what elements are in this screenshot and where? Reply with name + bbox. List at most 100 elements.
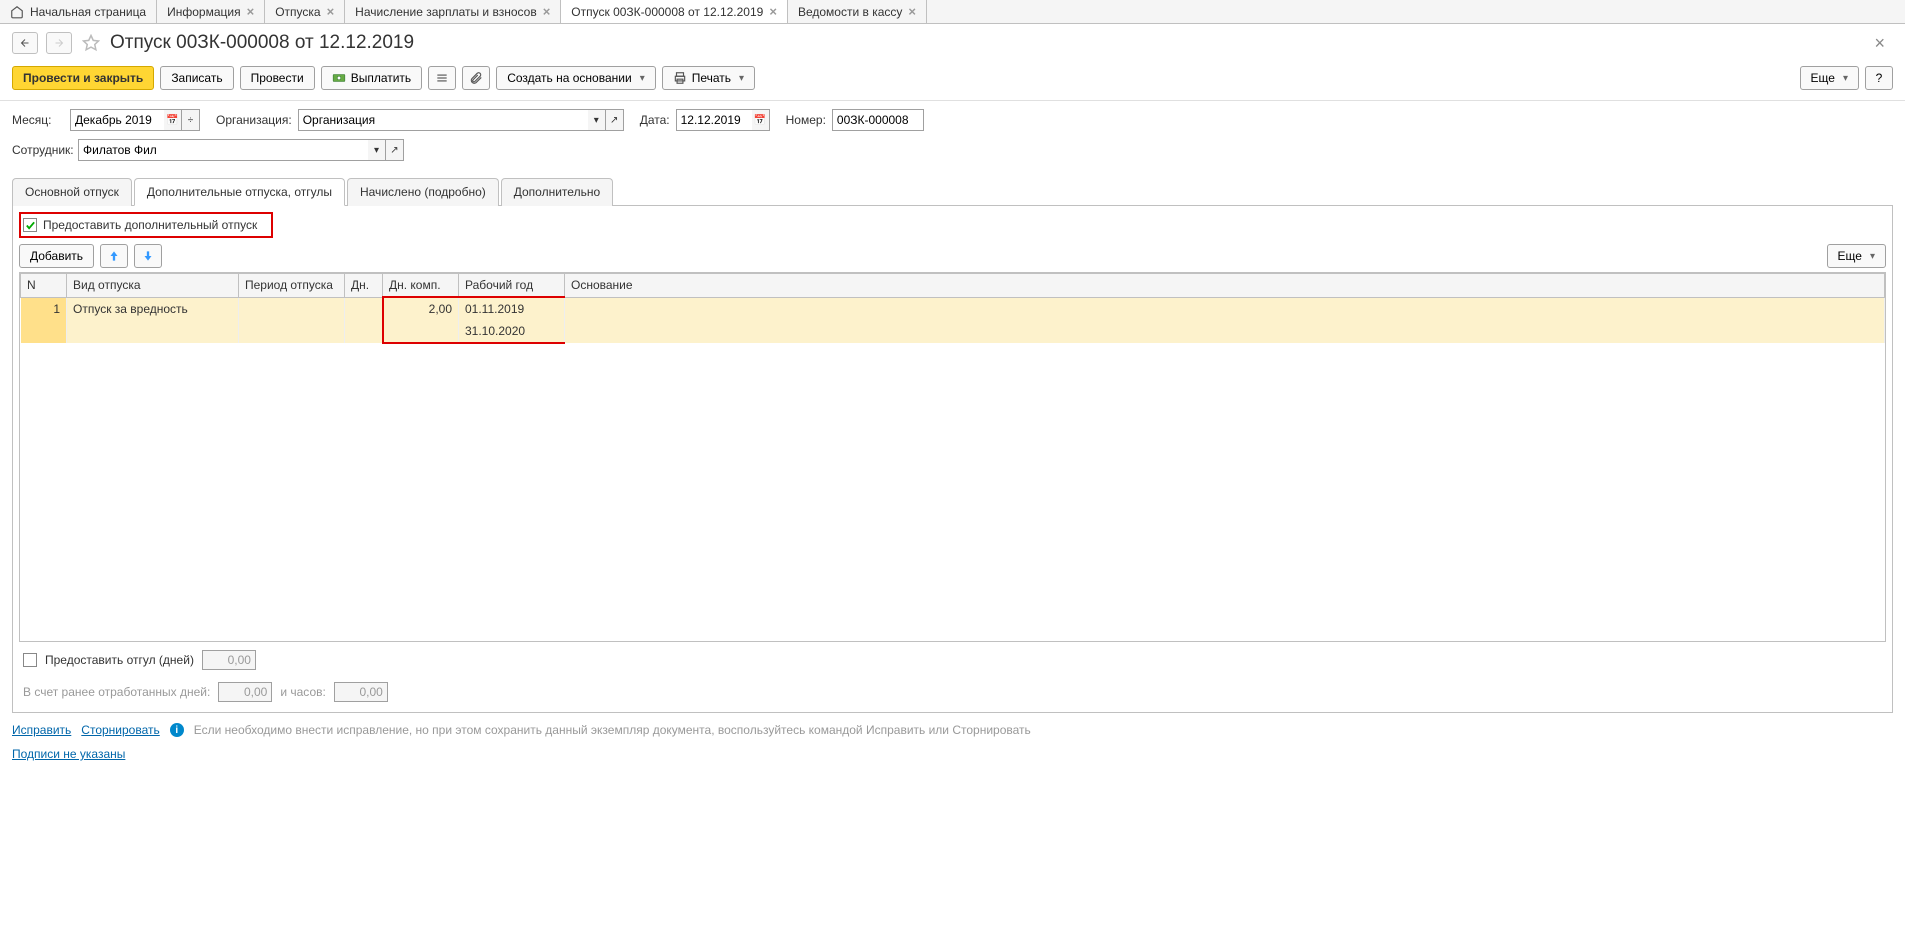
print-button[interactable]: Печать [662,66,755,90]
form-header: Месяц: 📅 ÷ Организация: ▾ ↗ Дата: 📅 Номе… [0,101,1905,177]
cell-period [239,297,345,343]
close-icon[interactable]: × [908,4,916,19]
tab-home[interactable]: Начальная страница [0,0,157,23]
sub-tab-extra[interactable]: Дополнительно [501,178,613,206]
header-days-comp[interactable]: Дн. комп. [383,274,459,298]
tab-payroll[interactable]: Начисление зарплаты и взносов × [345,0,561,23]
favorite-button[interactable] [80,32,102,54]
print-label: Печать [692,71,731,85]
compensatory-label: Предоставить отгул (дней) [45,653,194,667]
cell-n: 1 [21,297,67,343]
header-work-year[interactable]: Рабочий год [459,274,565,298]
header-reason[interactable]: Основание [565,274,1885,298]
close-icon[interactable]: × [327,4,335,19]
month-input[interactable] [70,109,164,131]
cell-reason [565,297,1885,343]
panel-more-button[interactable]: Еще [1827,244,1886,268]
home-icon [10,5,24,19]
open-icon[interactable]: ↗ [386,139,404,161]
prev-days-input [218,682,272,702]
stepper-icon[interactable]: ÷ [182,109,200,131]
move-up-button[interactable] [100,244,128,268]
signatures-row: Подписи не указаны [0,747,1905,771]
cell-type: Отпуск за вредность [67,297,239,343]
pay-label: Выплатить [351,71,412,85]
additional-panel: Предоставить дополнительный отпуск Добав… [12,206,1893,713]
reverse-link[interactable]: Сторнировать [81,723,159,737]
provide-additional-checkbox[interactable] [23,218,37,232]
date-input[interactable] [676,109,752,131]
year-to: 31.10.2020 [465,324,558,338]
close-icon[interactable]: × [769,4,777,19]
calendar-icon[interactable]: 📅 [752,109,770,131]
pay-button[interactable]: Выплатить [321,66,423,90]
move-down-button[interactable] [134,244,162,268]
main-toolbar: Провести и закрыть Записать Провести Вып… [0,62,1905,101]
info-icon: i [170,723,184,737]
signatures-link[interactable]: Подписи не указаны [12,747,125,761]
header-type[interactable]: Вид отпуска [67,274,239,298]
info-text: Если необходимо внести исправление, но п… [194,723,1031,737]
tab-home-label: Начальная страница [30,5,146,19]
arrow-left-icon [19,37,31,49]
post-button[interactable]: Провести [240,66,315,90]
header-days[interactable]: Дн. [345,274,383,298]
close-icon[interactable]: × [247,4,255,19]
add-button[interactable]: Добавить [19,244,94,268]
sub-tab-main[interactable]: Основной отпуск [12,178,132,206]
header-period[interactable]: Период отпуска [239,274,345,298]
window-close-button[interactable]: × [1874,33,1893,54]
compensatory-checkbox[interactable] [23,653,37,667]
arrow-right-icon [53,37,65,49]
dropdown-icon[interactable]: ▾ [588,109,606,131]
tab-vacations[interactable]: Отпуска × [265,0,345,23]
employee-input[interactable] [78,139,368,161]
check-icon [25,220,36,231]
paperclip-icon [469,71,483,85]
year-from: 01.11.2019 [465,302,558,316]
tab-statements[interactable]: Ведомости в кассу × [788,0,927,23]
nav-back-button[interactable] [12,32,38,54]
page-header: Отпуск 00ЗК-000008 от 12.12.2019 × [0,24,1905,62]
hours-input [334,682,388,702]
submit-button[interactable]: Провести и закрыть [12,66,154,90]
page-title: Отпуск 00ЗК-000008 от 12.12.2019 [110,32,414,54]
cell-work-year: 01.11.2019 31.10.2020 [459,297,565,343]
org-input[interactable] [298,109,588,131]
close-icon[interactable]: × [543,4,551,19]
calendar-icon[interactable]: 📅 [164,109,182,131]
tab-current-label: Отпуск 00ЗК-000008 от 12.12.2019 [571,5,763,19]
nav-forward-button[interactable] [46,32,72,54]
tab-info-label: Информация [167,5,240,19]
tab-current[interactable]: Отпуск 00ЗК-000008 от 12.12.2019 × [561,0,788,23]
hours-label: и часов: [280,685,325,699]
number-input[interactable] [832,109,924,131]
save-button[interactable]: Записать [160,66,233,90]
create-based-button[interactable]: Создать на основании [496,66,656,90]
fix-link[interactable]: Исправить [12,723,71,737]
compensatory-input [202,650,256,670]
more-button[interactable]: Еще [1800,66,1859,90]
open-icon[interactable]: ↗ [606,109,624,131]
org-label: Организация: [216,113,292,127]
provide-additional-checkbox-row: Предоставить дополнительный отпуск [19,212,273,238]
sub-tab-accrued[interactable]: Начислено (подробно) [347,178,499,206]
number-label: Номер: [786,113,826,127]
table-row[interactable]: 1 Отпуск за вредность 2,00 01.11.2019 31… [21,297,1885,343]
attach-button[interactable] [462,66,490,90]
cell-days-comp: 2,00 [383,297,459,343]
header-n[interactable]: N [21,274,67,298]
org-input-group: ▾ ↗ [298,109,624,131]
employee-label: Сотрудник: [12,143,72,157]
sub-tab-additional[interactable]: Дополнительные отпуска, отгулы [134,178,345,206]
prev-days-label: В счет ранее отработанных дней: [23,685,210,699]
dropdown-icon[interactable]: ▾ [368,139,386,161]
tab-vacations-label: Отпуска [275,5,320,19]
table-header-row: N Вид отпуска Период отпуска Дн. Дн. ком… [21,274,1885,298]
date-label: Дата: [640,113,670,127]
list-button[interactable] [428,66,456,90]
tab-info[interactable]: Информация × [157,0,265,23]
arrow-up-icon [107,249,121,263]
help-button[interactable]: ? [1865,66,1893,90]
vacation-table: N Вид отпуска Период отпуска Дн. Дн. ком… [19,272,1886,642]
